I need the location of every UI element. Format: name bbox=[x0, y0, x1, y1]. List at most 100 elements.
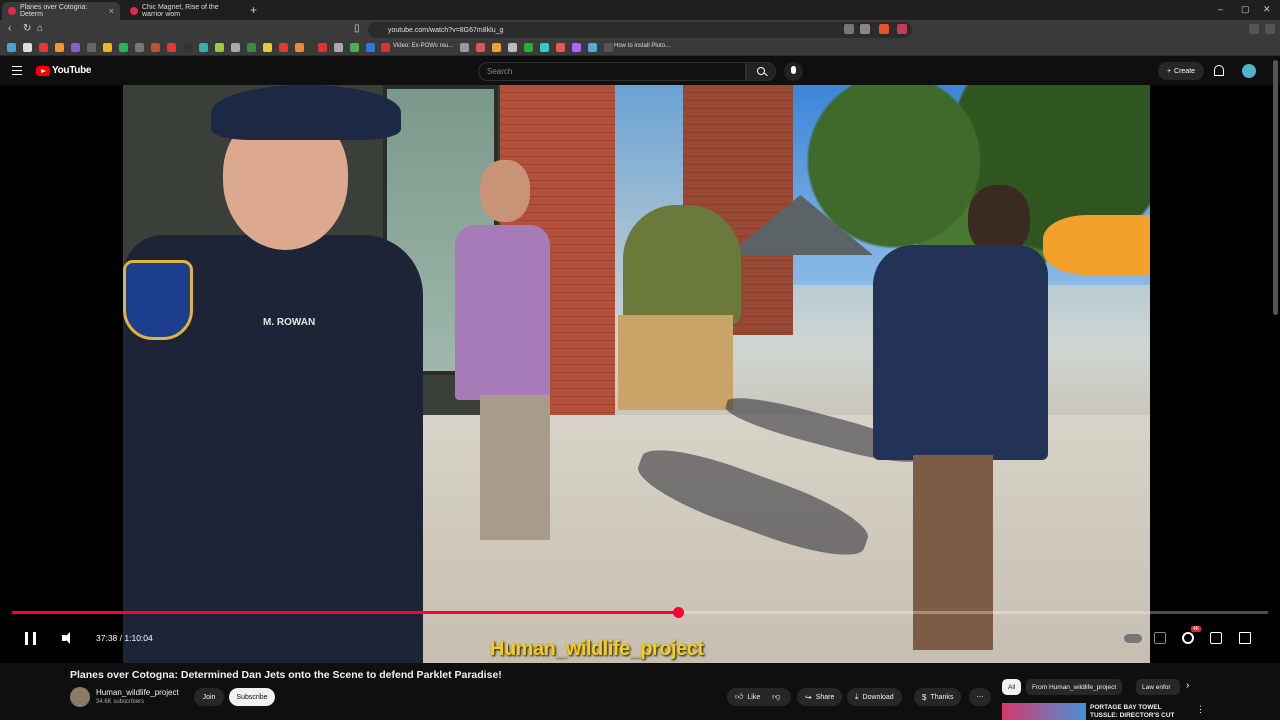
bookmark-icon[interactable] bbox=[588, 43, 597, 52]
autoplay-toggle[interactable] bbox=[1124, 634, 1142, 643]
extension-icon[interactable] bbox=[860, 24, 870, 34]
mic-icon[interactable] bbox=[784, 62, 803, 81]
youtube-logo-icon[interactable] bbox=[36, 66, 50, 76]
bookmark-icon[interactable] bbox=[492, 43, 501, 52]
bookmark-icon[interactable] bbox=[87, 43, 96, 52]
fullscreen-icon[interactable] bbox=[1239, 632, 1251, 644]
thanks-button[interactable]: $ Thanks bbox=[914, 688, 962, 706]
pause-icon[interactable] bbox=[25, 632, 36, 645]
thumbs-down-icon[interactable]: 👎︎ bbox=[772, 692, 780, 702]
browser-tab-active[interactable]: Planes over Cotogna: Determ × bbox=[2, 2, 120, 20]
bookmark-icon[interactable] bbox=[476, 43, 485, 52]
police-patch bbox=[123, 260, 193, 340]
bookmark-icon[interactable] bbox=[350, 43, 359, 52]
subtitles-icon[interactable] bbox=[1154, 632, 1166, 644]
bookmark-icon[interactable] bbox=[334, 43, 343, 52]
bookmark-icon[interactable] bbox=[55, 43, 64, 52]
bookmark-icon[interactable] bbox=[119, 43, 128, 52]
bell-icon[interactable] bbox=[1214, 65, 1224, 76]
subscribe-button[interactable]: Subscribe bbox=[229, 688, 275, 706]
create-button[interactable]: + Create bbox=[1158, 62, 1204, 80]
bookmark-icon[interactable] bbox=[135, 43, 144, 52]
bookmark-icon[interactable] bbox=[460, 43, 469, 52]
music-icon[interactable] bbox=[1249, 24, 1259, 34]
close-window-icon[interactable]: ✕ bbox=[1263, 4, 1271, 15]
avatar[interactable] bbox=[1242, 64, 1256, 78]
volume-icon[interactable] bbox=[62, 632, 74, 644]
minimize-icon[interactable]: – bbox=[1218, 4, 1223, 14]
video-player[interactable]: M. ROWAN Human_wildlife_project 37:38 / … bbox=[0, 85, 1280, 663]
theater-mode-icon[interactable] bbox=[1210, 632, 1222, 644]
channel-avatar[interactable] bbox=[70, 687, 90, 707]
bookmark-icon[interactable]: ▯ bbox=[354, 23, 360, 34]
search-button[interactable] bbox=[746, 62, 776, 81]
menu-icon[interactable] bbox=[1265, 24, 1275, 34]
chip-law-enforcement[interactable]: Law enfor bbox=[1136, 679, 1180, 695]
restore-icon[interactable]: ▢ bbox=[1241, 4, 1250, 15]
back-icon[interactable]: ‹ bbox=[8, 23, 11, 34]
tab-close-icon[interactable]: × bbox=[109, 6, 114, 16]
extension-icon[interactable] bbox=[897, 24, 907, 34]
bookmark-icon[interactable] bbox=[199, 43, 208, 52]
youtube-logo-text[interactable]: YouTube bbox=[52, 65, 92, 76]
bookmark-icon[interactable] bbox=[295, 43, 304, 52]
like-dislike-button[interactable]: 👍︎ Like 👎︎ bbox=[727, 688, 791, 706]
bookmark-icon[interactable] bbox=[23, 43, 32, 52]
chevron-right-icon[interactable]: › bbox=[1186, 680, 1189, 691]
bookmark-icon[interactable] bbox=[263, 43, 272, 52]
bookmark-icon[interactable] bbox=[366, 43, 375, 52]
brave-shield-icon[interactable] bbox=[879, 24, 889, 34]
thumbs-up-icon: 👍︎ bbox=[735, 692, 744, 701]
bookmark-icon[interactable] bbox=[279, 43, 288, 52]
bookmark-icon[interactable] bbox=[508, 43, 517, 52]
person-pants bbox=[913, 455, 993, 650]
bookmark-icon[interactable] bbox=[540, 43, 549, 52]
related-video-thumbnail[interactable] bbox=[1002, 703, 1086, 720]
bookmark-icon[interactable] bbox=[381, 43, 390, 52]
join-button[interactable]: Join bbox=[194, 688, 224, 706]
search-input[interactable]: Search bbox=[478, 62, 746, 81]
browser-tab[interactable]: Chic Magnet, Rise of the warrior wom bbox=[124, 2, 246, 20]
progress-bar[interactable] bbox=[12, 607, 1268, 618]
reload-icon[interactable]: ↻ bbox=[23, 23, 31, 34]
bookmark-icon[interactable] bbox=[572, 43, 581, 52]
bookmark-icon[interactable] bbox=[39, 43, 48, 52]
extension-icon[interactable] bbox=[844, 24, 854, 34]
url-input[interactable]: youtube.com/watch?v=8G67m8klu_g bbox=[368, 22, 912, 38]
bookmark-icon[interactable] bbox=[524, 43, 533, 52]
scrollbar[interactable] bbox=[1273, 60, 1278, 315]
home-icon[interactable]: ⌂ bbox=[37, 23, 43, 34]
bookmark-icon[interactable] bbox=[7, 43, 16, 52]
bookmark-icon[interactable] bbox=[318, 43, 327, 52]
progress-scrubber[interactable] bbox=[672, 607, 684, 618]
person-head bbox=[480, 160, 530, 222]
share-label: Share bbox=[815, 693, 835, 701]
bookmark-icon[interactable] bbox=[71, 43, 80, 52]
bookmark-icon[interactable] bbox=[215, 43, 224, 52]
bookmark-link[interactable]: Video: Ex-POWs reu... bbox=[393, 43, 453, 49]
chip-from-channel[interactable]: From Human_wildlife_project bbox=[1026, 679, 1123, 695]
download-icon: ⤓ bbox=[855, 692, 859, 701]
bookmark-icon[interactable] bbox=[604, 43, 613, 52]
bookmark-link[interactable]: How to install Pluto... bbox=[614, 43, 670, 49]
hamburger-icon[interactable] bbox=[12, 66, 22, 75]
channel-name[interactable]: Human_wildlife_project bbox=[96, 688, 179, 697]
settings-gear-icon[interactable] bbox=[1182, 632, 1194, 644]
time-current: 37:38 bbox=[96, 633, 118, 643]
new-tab-icon[interactable]: + bbox=[250, 3, 257, 17]
bookmark-icon[interactable] bbox=[183, 43, 192, 52]
share-button[interactable]: ↪ Share bbox=[797, 688, 843, 706]
share-icon: ↪ bbox=[805, 692, 812, 702]
bookmark-icon[interactable] bbox=[231, 43, 240, 52]
bookmark-icon[interactable] bbox=[167, 43, 176, 52]
related-video-title[interactable]: PORTAGE BAY TOWEL TUSSLE: DIRECTOR'S CUT… bbox=[1090, 704, 1190, 720]
browser-tab-strip: Planes over Cotogna: Determ × Chic Magne… bbox=[0, 0, 1280, 20]
bookmark-icon[interactable] bbox=[556, 43, 565, 52]
more-actions-button[interactable]: ⋯ bbox=[969, 688, 991, 706]
chip-all[interactable]: All bbox=[1002, 679, 1022, 695]
bookmark-icon[interactable] bbox=[247, 43, 256, 52]
bookmark-icon[interactable] bbox=[103, 43, 112, 52]
download-button[interactable]: ⤓ Download bbox=[847, 688, 902, 706]
more-vert-icon[interactable]: ⋮ bbox=[1196, 704, 1205, 715]
bookmark-icon[interactable] bbox=[151, 43, 160, 52]
